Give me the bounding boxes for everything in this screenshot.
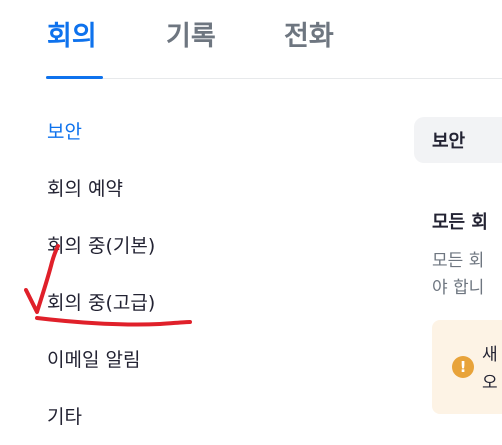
underline-stroke	[35, 316, 192, 327]
red-checkmark-annotation	[24, 244, 192, 327]
checkmark-stroke	[24, 244, 60, 314]
